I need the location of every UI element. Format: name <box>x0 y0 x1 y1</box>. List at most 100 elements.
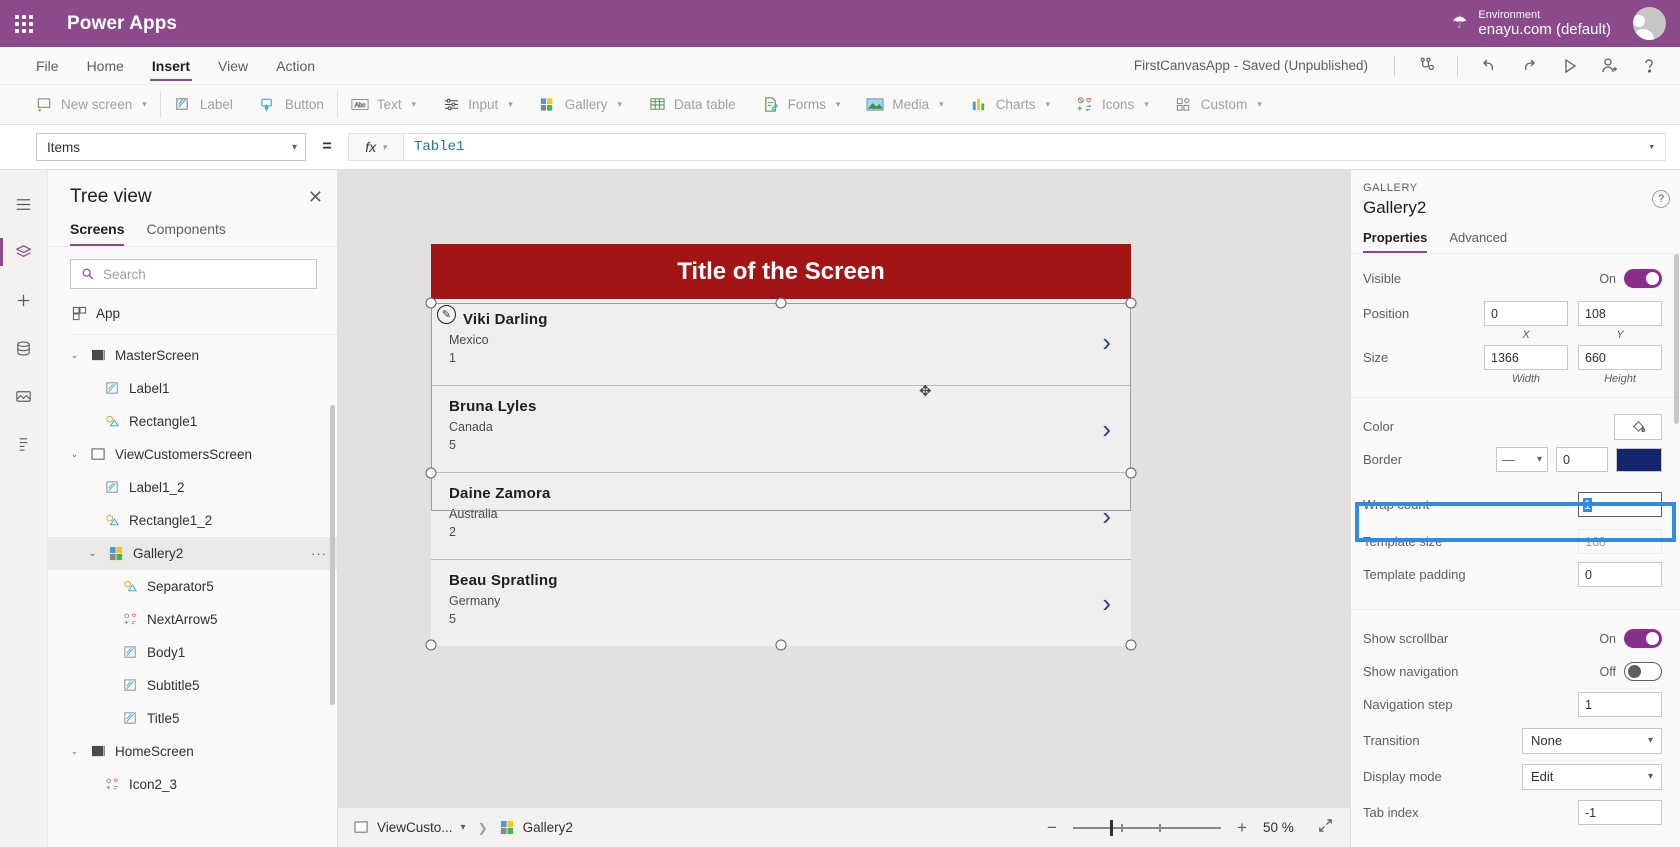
tree-node-viewcustomersscreen[interactable]: ⌄ ViewCustomersScreen <box>48 438 337 471</box>
control-selector-chip[interactable]: Gallery2 <box>500 820 573 835</box>
tab-properties[interactable]: Properties <box>1363 230 1428 253</box>
ribbon-input[interactable]: Input ▾ <box>429 85 526 124</box>
template-size-input[interactable]: 168 <box>1578 529 1662 554</box>
ribbon-label[interactable]: Label <box>161 85 246 124</box>
chevron-down-icon[interactable]: ▾ <box>461 822 466 833</box>
rail-menu-button[interactable] <box>0 180 48 228</box>
template-padding-input[interactable]: 0 <box>1578 562 1662 587</box>
ribbon-media[interactable]: Media ▾ <box>853 85 956 124</box>
border-thickness-input[interactable]: 0 <box>1556 447 1608 472</box>
menu-item-action[interactable]: Action <box>262 47 329 84</box>
resize-handle-bottom-right[interactable] <box>1125 639 1137 651</box>
tree-node-label1[interactable]: Label1 <box>48 372 337 405</box>
edit-pencil-icon[interactable]: ✎ <box>437 305 456 324</box>
screen-title-banner[interactable]: Title of the Screen <box>431 244 1131 299</box>
tree-node-title5[interactable]: Title5 <box>48 702 337 735</box>
avatar[interactable] <box>1633 7 1666 40</box>
fit-screen-icon[interactable] <box>1317 817 1334 838</box>
ribbon-new-screen[interactable]: New screen ▾ <box>22 85 160 124</box>
next-arrow-icon[interactable]: › <box>1102 503 1111 529</box>
chevron-down-icon[interactable]: ⌄ <box>68 350 81 361</box>
paint-bucket-icon[interactable] <box>1614 413 1662 440</box>
wrap-count-input[interactable]: 1 <box>1578 492 1662 517</box>
close-icon[interactable]: ✕ <box>308 188 323 206</box>
gallery-control[interactable]: Viki Darling Mexico 1 › Bruna Lyles Cana… <box>431 299 1131 646</box>
transition-dropdown[interactable]: None ▾ <box>1522 727 1662 754</box>
undo-icon[interactable] <box>1470 51 1508 81</box>
resize-handle-middle-left[interactable] <box>425 467 437 479</box>
resize-handle-top-left[interactable] <box>425 297 437 309</box>
tree-node-body1[interactable]: Body1 <box>48 636 337 669</box>
canvas-scroll-zone[interactable]: Title of the Screen Viki Darling Mexico … <box>338 170 1350 807</box>
zoom-slider-thumb[interactable] <box>1110 819 1113 836</box>
tree-scrollbar[interactable] <box>330 405 335 705</box>
more-options-icon[interactable]: ··· <box>311 546 327 561</box>
rail-tree-view-button[interactable] <box>0 228 48 276</box>
gallery-row[interactable]: Beau Spratling Germany 5 › <box>431 560 1131 646</box>
fx-button[interactable]: fx ▾ <box>348 133 404 161</box>
ribbon-charts[interactable]: Charts ▾ <box>957 85 1063 124</box>
chevron-down-icon[interactable]: ⌄ <box>68 449 81 460</box>
property-dropdown[interactable]: Items ▾ <box>36 133 306 161</box>
gallery-row[interactable]: Viki Darling Mexico 1 › <box>431 299 1131 385</box>
navigation-step-input[interactable]: 1 <box>1578 692 1662 717</box>
menu-item-insert[interactable]: Insert <box>138 47 204 84</box>
share-user-icon[interactable] <box>1590 51 1628 81</box>
ribbon-data-table[interactable]: Data table <box>635 85 749 124</box>
menu-item-file[interactable]: File <box>22 47 73 84</box>
tree-node-rectangle1[interactable]: Rectangle1 <box>48 405 337 438</box>
tab-components[interactable]: Components <box>146 218 225 246</box>
tab-advanced[interactable]: Advanced <box>1449 230 1507 253</box>
search-input[interactable]: Search <box>70 259 317 289</box>
tab-index-input[interactable]: -1 <box>1578 800 1662 825</box>
rail-variables-button[interactable] <box>0 420 48 468</box>
tree-node-homescreen[interactable]: ⌄ HomeScreen <box>48 735 337 768</box>
play-icon[interactable] <box>1550 51 1588 81</box>
visible-toggle[interactable] <box>1624 269 1662 288</box>
environment-selector[interactable]: ☂ Environment enayu.com (default) <box>1452 9 1611 39</box>
tree-node-separator5[interactable]: Separator5 <box>48 570 337 603</box>
gallery-row[interactable]: Bruna Lyles Canada 5 › <box>431 386 1131 472</box>
tree-node-nextarrow5[interactable]: NextArrow5 <box>48 603 337 636</box>
help-icon[interactable]: ? <box>1652 190 1670 208</box>
formula-input[interactable]: Table1 ▾ <box>404 133 1666 161</box>
show-scrollbar-toggle[interactable] <box>1624 629 1662 648</box>
ribbon-icons[interactable]: Icons ▾ <box>1063 85 1162 124</box>
next-arrow-icon[interactable]: › <box>1102 590 1111 616</box>
rail-data-button[interactable] <box>0 324 48 372</box>
properties-body[interactable]: Visible On Position 0 X 108 Y Size 1366 … <box>1351 254 1680 847</box>
menu-item-home[interactable]: Home <box>73 47 138 84</box>
rail-media-button[interactable] <box>0 372 48 420</box>
screen-selector-chip[interactable]: ViewCusto... ▾ <box>354 820 466 835</box>
position-y-input[interactable]: 108 <box>1578 301 1662 326</box>
resize-handle-top-right[interactable] <box>1125 297 1137 309</box>
resize-handle-bottom-left[interactable] <box>425 639 437 651</box>
properties-scrollbar[interactable] <box>1674 254 1679 424</box>
zoom-slider[interactable] <box>1073 819 1221 836</box>
ribbon-custom[interactable]: Custom ▾ <box>1162 85 1275 124</box>
tree-node-app[interactable]: App <box>48 297 337 330</box>
tree-node-rectangle1-2[interactable]: Rectangle1_2 <box>48 504 337 537</box>
resize-handle-top-center[interactable] <box>775 297 787 309</box>
gallery-row[interactable]: Daine Zamora Australia 2 › <box>431 473 1131 559</box>
chevron-down-icon[interactable]: ⌄ <box>86 548 99 559</box>
next-arrow-icon[interactable]: › <box>1102 329 1111 355</box>
show-navigation-toggle[interactable] <box>1624 662 1662 681</box>
next-arrow-icon[interactable]: › <box>1102 416 1111 442</box>
tree-node-subtitle5[interactable]: Subtitle5 <box>48 669 337 702</box>
resize-handle-middle-right[interactable] <box>1125 467 1137 479</box>
tree-node-label1-2[interactable]: Label1_2 <box>48 471 337 504</box>
rail-insert-button[interactable] <box>0 276 48 324</box>
app-launcher-icon[interactable] <box>0 0 48 47</box>
display-mode-dropdown[interactable]: Edit ▾ <box>1522 763 1662 790</box>
ribbon-text[interactable]: Abc Text ▾ <box>338 85 429 124</box>
menu-item-view[interactable]: View <box>204 47 262 84</box>
position-x-input[interactable]: 0 <box>1484 301 1568 326</box>
size-height-input[interactable]: 660 <box>1578 345 1662 370</box>
zoom-out-button[interactable]: − <box>1043 819 1061 836</box>
app-screen-preview[interactable]: Title of the Screen Viki Darling Mexico … <box>431 244 1131 646</box>
ribbon-forms[interactable]: Forms ▾ <box>749 85 854 124</box>
chevron-down-icon[interactable]: ⌄ <box>68 746 81 757</box>
border-color-swatch[interactable] <box>1616 447 1662 472</box>
ribbon-button[interactable]: Button <box>246 85 337 124</box>
